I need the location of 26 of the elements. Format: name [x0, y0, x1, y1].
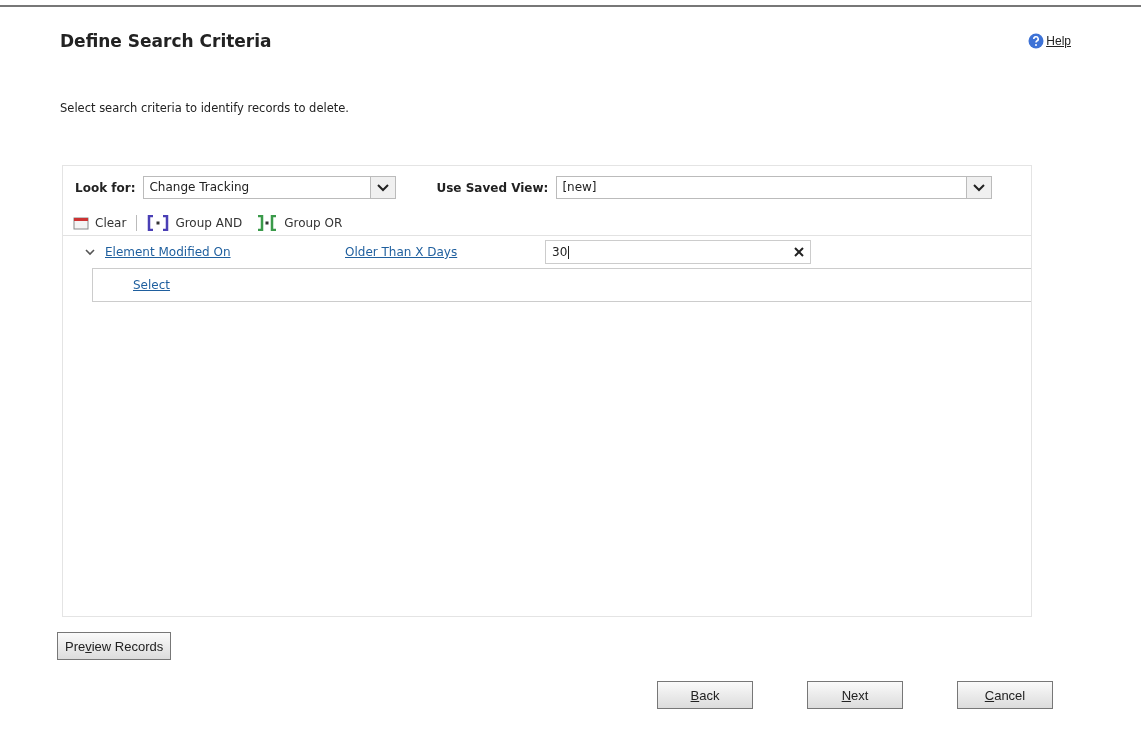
preview-records-button[interactable]: Preview Records — [57, 632, 172, 660]
saved-view-dropdown[interactable]: [new] — [556, 176, 993, 199]
select-link[interactable]: Select — [133, 278, 171, 292]
operator-link[interactable]: Older Than X Days — [345, 245, 458, 259]
value-field[interactable]: 30 — [545, 240, 811, 264]
instructions-text: Select search criteria to identify records to delete. — [60, 101, 350, 115]
chevron-down-icon[interactable] — [85, 248, 95, 256]
field-link[interactable]: Element Modified On — [105, 245, 231, 259]
chevron-down-icon — [973, 183, 986, 192]
wizard-button[interactable]: Back — [657, 681, 753, 709]
saved-view-label: Use Saved View: — [436, 180, 549, 195]
look-for-label: Look for: — [75, 180, 136, 195]
toolbar-button[interactable]: Clear — [69, 216, 131, 230]
toolbar-button[interactable]: Group AND — [143, 215, 247, 231]
group-or-icon — [256, 215, 279, 231]
wizard-button[interactable]: Cancel — [957, 681, 1053, 709]
help-link[interactable]: Help — [1028, 33, 1071, 49]
look-for-dropdown[interactable]: Change Tracking — [143, 176, 397, 199]
chevron-down-icon — [377, 183, 390, 192]
page-title: Define Search Criteria — [60, 31, 272, 51]
calendar-icon — [73, 216, 89, 230]
close-icon[interactable] — [794, 247, 804, 257]
group-and-icon — [147, 215, 170, 231]
help-icon — [1028, 33, 1045, 49]
wizard-button[interactable]: Next — [807, 681, 903, 709]
toolbar-button[interactable]: Group OR — [252, 215, 347, 231]
